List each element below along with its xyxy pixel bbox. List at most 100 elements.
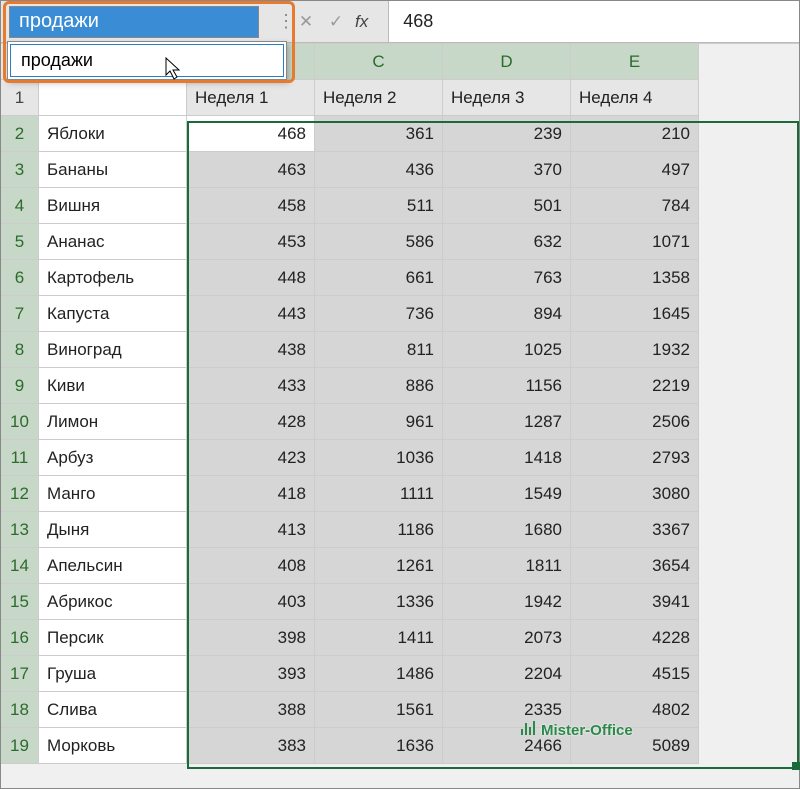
row-label[interactable]: Манго: [39, 476, 187, 512]
data-cell[interactable]: 1156: [443, 368, 571, 404]
data-cell[interactable]: 4515: [571, 656, 699, 692]
data-cell[interactable]: 370: [443, 152, 571, 188]
spreadsheet-grid[interactable]: BCDE1Неделя 1Неделя 2Неделя 3Неделя 42Яб…: [1, 43, 799, 764]
row-label[interactable]: Груша: [39, 656, 187, 692]
row-label[interactable]: Лимон: [39, 404, 187, 440]
row-label[interactable]: Персик: [39, 620, 187, 656]
data-cell[interactable]: 448: [187, 260, 315, 296]
row-header-7[interactable]: 7: [1, 296, 39, 332]
row-header-15[interactable]: 15: [1, 584, 39, 620]
row-label[interactable]: Ананас: [39, 224, 187, 260]
data-cell[interactable]: 418: [187, 476, 315, 512]
data-cell[interactable]: 1561: [315, 692, 443, 728]
row-label[interactable]: Абрикос: [39, 584, 187, 620]
data-cell[interactable]: 886: [315, 368, 443, 404]
data-cell[interactable]: 497: [571, 152, 699, 188]
data-cell[interactable]: 4802: [571, 692, 699, 728]
data-cell[interactable]: 428: [187, 404, 315, 440]
data-cell[interactable]: 763: [443, 260, 571, 296]
header-cell[interactable]: Неделя 3: [443, 80, 571, 116]
row-header-18[interactable]: 18: [1, 692, 39, 728]
row-label[interactable]: Бананы: [39, 152, 187, 188]
data-cell[interactable]: 239: [443, 116, 571, 152]
data-cell[interactable]: 1336: [315, 584, 443, 620]
header-cell[interactable]: Неделя 2: [315, 80, 443, 116]
header-cell[interactable]: Неделя 1: [187, 80, 315, 116]
row-header-12[interactable]: 12: [1, 476, 39, 512]
cancel-icon[interactable]: ✕: [295, 12, 317, 32]
dropdown-item[interactable]: продажи: [10, 44, 284, 77]
data-cell[interactable]: 1932: [571, 332, 699, 368]
data-cell[interactable]: 586: [315, 224, 443, 260]
data-cell[interactable]: 1942: [443, 584, 571, 620]
row-header-10[interactable]: 10: [1, 404, 39, 440]
data-cell[interactable]: 361: [315, 116, 443, 152]
data-cell[interactable]: 2793: [571, 440, 699, 476]
data-cell[interactable]: 511: [315, 188, 443, 224]
data-cell[interactable]: 2466: [443, 728, 571, 764]
data-cell[interactable]: 1186: [315, 512, 443, 548]
row-header-3[interactable]: 3: [1, 152, 39, 188]
data-cell[interactable]: 2506: [571, 404, 699, 440]
data-cell[interactable]: 210: [571, 116, 699, 152]
data-cell[interactable]: 784: [571, 188, 699, 224]
data-cell[interactable]: 3941: [571, 584, 699, 620]
enter-icon[interactable]: ✓: [325, 12, 347, 32]
row-label[interactable]: Картофель: [39, 260, 187, 296]
data-cell[interactable]: 736: [315, 296, 443, 332]
data-cell[interactable]: 1418: [443, 440, 571, 476]
row-header-1[interactable]: 1: [1, 80, 39, 116]
col-header-e[interactable]: E: [571, 44, 699, 80]
data-cell[interactable]: 1111: [315, 476, 443, 512]
data-cell[interactable]: 1811: [443, 548, 571, 584]
data-cell[interactable]: 453: [187, 224, 315, 260]
data-cell[interactable]: 5089: [571, 728, 699, 764]
row-header-11[interactable]: 11: [1, 440, 39, 476]
data-cell[interactable]: 463: [187, 152, 315, 188]
data-cell[interactable]: 1680: [443, 512, 571, 548]
data-cell[interactable]: 1036: [315, 440, 443, 476]
data-cell[interactable]: 4228: [571, 620, 699, 656]
header-cell[interactable]: [39, 80, 187, 116]
data-cell[interactable]: 413: [187, 512, 315, 548]
data-cell[interactable]: 1411: [315, 620, 443, 656]
data-cell[interactable]: 1071: [571, 224, 699, 260]
row-label[interactable]: Дыня: [39, 512, 187, 548]
data-cell[interactable]: 423: [187, 440, 315, 476]
row-label[interactable]: Слива: [39, 692, 187, 728]
row-header-14[interactable]: 14: [1, 548, 39, 584]
data-cell[interactable]: 2219: [571, 368, 699, 404]
row-header-4[interactable]: 4: [1, 188, 39, 224]
row-header-8[interactable]: 8: [1, 332, 39, 368]
data-cell[interactable]: 1549: [443, 476, 571, 512]
row-header-6[interactable]: 6: [1, 260, 39, 296]
grip-icon[interactable]: ⋮: [269, 11, 285, 32]
row-header-13[interactable]: 13: [1, 512, 39, 548]
data-cell[interactable]: 2073: [443, 620, 571, 656]
data-cell[interactable]: 433: [187, 368, 315, 404]
row-header-16[interactable]: 16: [1, 620, 39, 656]
data-cell[interactable]: 436: [315, 152, 443, 188]
row-label[interactable]: Вишня: [39, 188, 187, 224]
data-cell[interactable]: 398: [187, 620, 315, 656]
row-label[interactable]: Арбуз: [39, 440, 187, 476]
data-cell[interactable]: 632: [443, 224, 571, 260]
row-label[interactable]: Виноград: [39, 332, 187, 368]
data-cell[interactable]: 3080: [571, 476, 699, 512]
row-label[interactable]: Яблоки: [39, 116, 187, 152]
data-cell[interactable]: 458: [187, 188, 315, 224]
data-cell[interactable]: 1025: [443, 332, 571, 368]
data-cell[interactable]: 383: [187, 728, 315, 764]
header-cell[interactable]: Неделя 4: [571, 80, 699, 116]
row-header-19[interactable]: 19: [1, 728, 39, 764]
col-header-c[interactable]: C: [315, 44, 443, 80]
col-header-d[interactable]: D: [443, 44, 571, 80]
row-label[interactable]: Капуста: [39, 296, 187, 332]
data-cell[interactable]: 1636: [315, 728, 443, 764]
row-header-5[interactable]: 5: [1, 224, 39, 260]
data-cell[interactable]: 661: [315, 260, 443, 296]
data-cell[interactable]: 894: [443, 296, 571, 332]
data-cell[interactable]: 3654: [571, 548, 699, 584]
data-cell[interactable]: 393: [187, 656, 315, 692]
data-cell[interactable]: 3367: [571, 512, 699, 548]
